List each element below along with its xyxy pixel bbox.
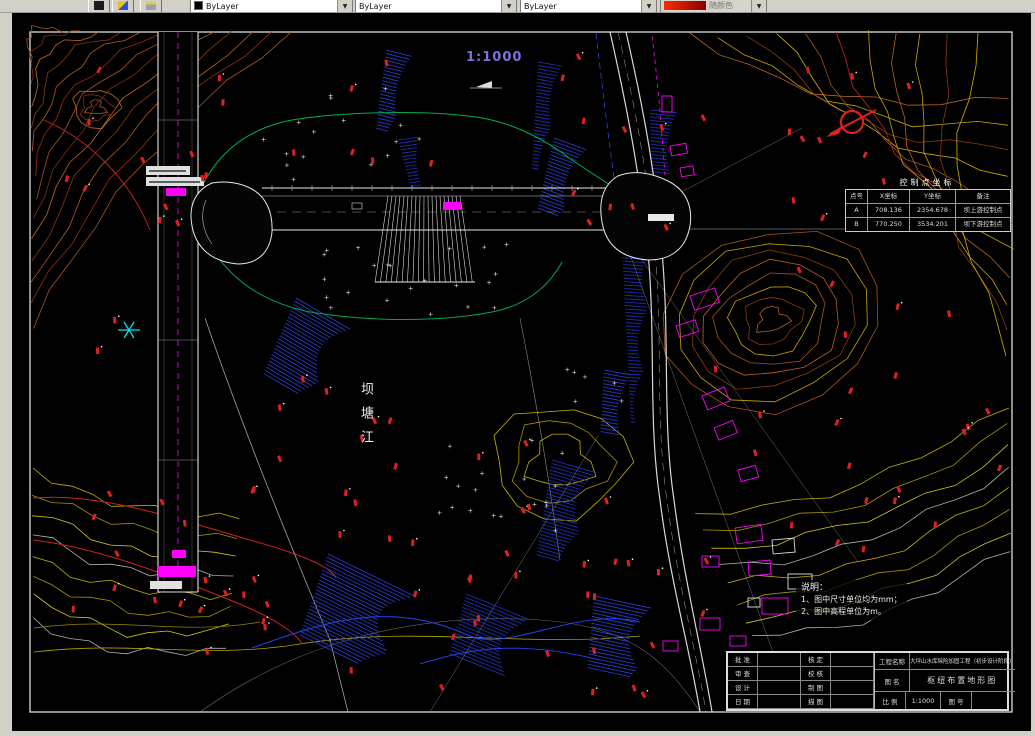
make-layer-current-icon[interactable] bbox=[140, 0, 162, 12]
layer-control-icon[interactable] bbox=[88, 0, 110, 12]
properties-toolbar: ByLayer ▼ ByLayer ▼ ByLayer ▼ 随颜色 ▼ bbox=[0, 0, 1035, 13]
chevron-down-icon[interactable]: ▼ bbox=[337, 0, 352, 12]
plotstyle-swatch bbox=[664, 1, 706, 10]
cad-drawing-canvas[interactable] bbox=[0, 0, 1035, 736]
lineweight-value: ByLayer bbox=[524, 2, 557, 11]
layers-icon bbox=[118, 1, 128, 10]
color-swatch bbox=[194, 1, 203, 10]
layer-properties-icon[interactable] bbox=[112, 0, 134, 12]
chevron-down-icon[interactable]: ▼ bbox=[501, 0, 516, 12]
chevron-down-icon[interactable]: ▼ bbox=[751, 0, 766, 12]
plotstyle-control-dropdown[interactable]: 随颜色 ▼ bbox=[660, 0, 767, 12]
linetype-value: ByLayer bbox=[359, 2, 392, 11]
layer-swatch-icon bbox=[94, 1, 104, 10]
plotstyle-value: 随颜色 bbox=[709, 1, 733, 10]
chevron-down-icon[interactable]: ▼ bbox=[641, 0, 656, 12]
lineweight-control-dropdown[interactable]: ByLayer ▼ bbox=[520, 0, 657, 12]
color-value: ByLayer bbox=[206, 2, 239, 11]
linetype-control-dropdown[interactable]: ByLayer ▼ bbox=[355, 0, 517, 12]
color-control-dropdown[interactable]: ByLayer ▼ bbox=[190, 0, 353, 12]
layer-stack-icon bbox=[146, 1, 156, 10]
